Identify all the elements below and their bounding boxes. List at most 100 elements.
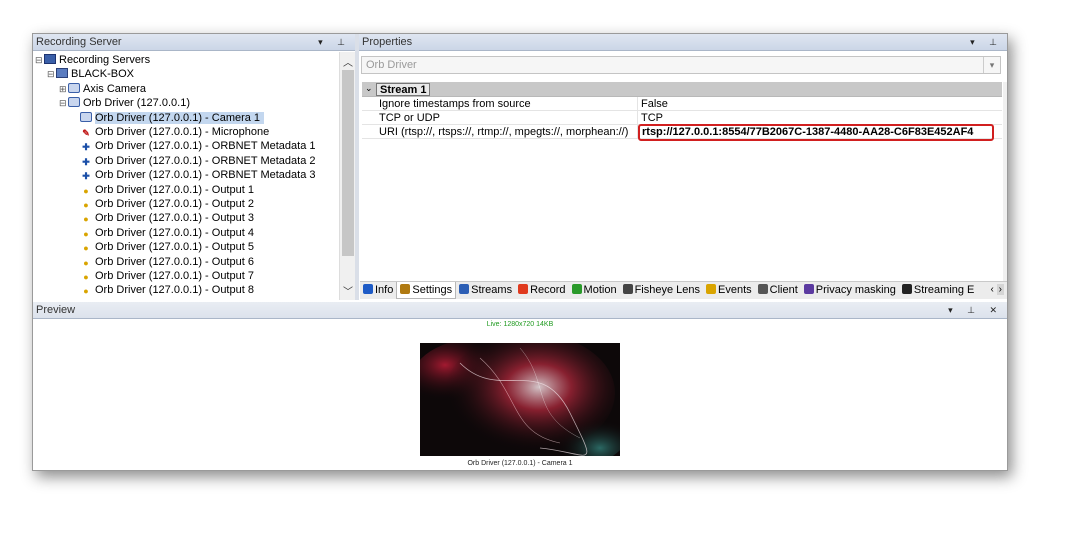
tree-node-label: Orb Driver (127.0.0.1) - Output 3 [95,212,254,225]
tree-node[interactable]: ● Orb Driver (127.0.0.1) - Output 2 [71,197,254,211]
stream-category[interactable]: ⌄ Stream 1 [362,82,1002,97]
recording-server-header-buttons[interactable]: ▾ ⊥ [318,34,351,51]
uri-value-highlight[interactable]: rtsp://127.0.0.1:8554/77B2067C-1387-4480… [638,124,994,141]
tab-info[interactable]: Info [360,282,396,299]
property-value[interactable]: TCP [641,111,663,125]
microphone-icon: ✎ [82,128,90,138]
tree-node[interactable]: ⊟ Orb Driver (127.0.0.1) [59,96,190,110]
tab-fisheye-lens[interactable]: Fisheye Lens [620,282,703,299]
video-frame-image [420,343,620,456]
collapse-icon[interactable]: ⊟ [59,96,68,110]
stream-category-title: Stream 1 [376,83,431,96]
scroll-down-icon[interactable]: ﹀ [340,283,356,298]
tab-privacy-masking[interactable]: Privacy masking [801,282,899,299]
device-select-value: Orb Driver [366,59,417,71]
tree-node[interactable]: ● Orb Driver (127.0.0.1) - Output 1 [71,183,254,197]
tab-motion[interactable]: Motion [569,282,620,299]
properties-title: Properties [362,36,413,48]
scroll-up-icon[interactable]: ︿ [340,54,356,69]
tree-node-label: Orb Driver (127.0.0.1) - ORBNET Metadata… [95,154,316,167]
tree-node[interactable]: ✚ Orb Driver (127.0.0.1) - ORBNET Metadat… [71,139,316,153]
property-row[interactable]: Ignore timestamps from source False [362,97,1002,111]
privacy-icon [803,284,814,294]
tree-scroll-thumb[interactable] [342,70,354,256]
tree-node[interactable]: ✚ Orb Driver (127.0.0.1) - ORBNET Metadat… [71,154,316,168]
device-select[interactable]: Orb Driver ▾ [361,56,1001,74]
tab-events[interactable]: Events [703,282,755,299]
output-icon: ● [83,228,89,239]
collapse-icon[interactable]: ⊟ [35,53,44,67]
output-icon: ● [83,286,89,297]
tab-settings[interactable]: Settings [396,282,457,299]
tree-node[interactable]: ⊟ BLACK-BOX [47,67,134,81]
server-icon [44,54,56,64]
tree-node[interactable]: ● Orb Driver (127.0.0.1) - Output 8 [71,283,254,297]
property-value[interactable]: False [641,97,668,111]
tree-node-label: Orb Driver (127.0.0.1) - Camera 1 [95,111,265,124]
tree-node[interactable]: ● Orb Driver (127.0.0.1) - Output 7 [71,269,254,283]
output-icon: ● [83,200,89,210]
tab-label: Settings [412,284,453,296]
collapse-icon[interactable]: ⌄ [365,83,373,94]
camera-device-icon [68,82,80,93]
tab-streams[interactable]: Streams [456,282,515,299]
tree-node[interactable]: ⊟ Recording Servers [35,53,150,67]
tab-label: Privacy masking [815,284,896,296]
tree-node-label: Orb Driver (127.0.0.1) - Output 8 [95,284,254,297]
properties-header-buttons[interactable]: ▾ ⊥ [970,34,1003,51]
tree-node-label: Orb Driver (127.0.0.1) - ORBNET Metadata… [95,169,316,182]
tab-label: Info [375,284,394,296]
collapse-icon[interactable]: ⊟ [47,67,56,81]
property-row[interactable]: URI (rtsp://, rtsps://, rtmp://, mpegts:… [362,124,1002,141]
tab-record[interactable]: Record [515,282,568,299]
preview-header: Preview ▾ ⊥ ✕ [33,302,1007,319]
tree-node[interactable]: ● Orb Driver (127.0.0.1) - Output 3 [71,211,254,225]
tree-node[interactable]: ✎ Orb Driver (127.0.0.1) - Microphone [71,125,269,139]
tree-node-label: Axis Camera [83,82,146,95]
property-row[interactable]: TCP or UDP TCP [362,111,1002,125]
tab-label: Client [769,284,798,296]
tree-node-label: Orb Driver (127.0.0.1) - Output 7 [95,270,254,282]
pane-splitter[interactable] [355,34,359,300]
preview-header-buttons[interactable]: ▾ ⊥ ✕ [948,302,1003,319]
device-tree: ⊟ Recording Servers ⊟ BLACK-BOX ⊞ Axis Camera… [33,52,339,300]
metadata-icon: ✚ [82,142,90,153]
tree-node[interactable]: ✚ Orb Driver (127.0.0.1) - ORBNET Metadat… [71,168,316,182]
fisheye-icon [622,284,633,294]
camera-icon [80,111,92,122]
tab-scroll-left-icon[interactable]: ‹ [991,284,994,295]
motion-icon [571,284,582,294]
tree-node[interactable]: ● Orb Driver (127.0.0.1) - Output 4 [71,226,254,240]
output-icon: ● [83,257,89,268]
chevron-down-icon[interactable]: ▾ [983,57,1000,73]
tab-label: Streams [471,284,513,296]
info-icon [363,284,373,294]
tree-node[interactable]: ● Orb Driver (127.0.0.1) - Output 6 [71,255,254,269]
tree-node-label: BLACK-BOX [71,68,134,81]
property-tabs: Info Settings Streams Record Motion Fisheye L… [360,281,1007,299]
properties-scrollbar[interactable] [1003,82,1007,282]
properties-header: Properties ▾ ⊥ [359,34,1007,51]
tree-scrollbar[interactable]: ︿ ﹀ [339,52,355,300]
tab-scroll-buttons[interactable]: ‹ › [987,282,1007,299]
output-icon: ● [83,272,89,282]
tree-node-label: Orb Driver (127.0.0.1) - ORBNET Metadata… [95,140,316,153]
management-window: Recording Server ▾ ⊥ ⊟ Recording Servers ⊟… [32,33,1008,471]
tree-node[interactable]: ⊞ Axis Camera [59,82,146,96]
tab-label: Events [718,284,752,296]
tab-scroll-right-icon[interactable]: › [996,284,1004,295]
tree-node[interactable]: ● Orb Driver (127.0.0.1) - Output 5 [71,240,254,254]
tab-client[interactable]: Client [755,282,801,299]
client-icon [757,284,768,294]
tab-streaming-e[interactable]: Streaming E [899,282,978,299]
output-icon: ● [83,185,89,196]
camera-video-feed[interactable] [420,343,620,456]
output-icon: ● [83,214,89,225]
tree-node-label: Orb Driver (127.0.0.1) - Output 4 [95,226,254,239]
events-icon [706,284,717,294]
tree-node-label: Orb Driver (127.0.0.1) - Output 1 [95,183,254,196]
tree-node[interactable]: Orb Driver (127.0.0.1) - Camera 1 [71,111,265,125]
camera-device-icon [68,97,80,108]
expand-icon[interactable]: ⊞ [59,82,68,96]
live-status: Live: 1280x720 14KB [486,321,554,328]
